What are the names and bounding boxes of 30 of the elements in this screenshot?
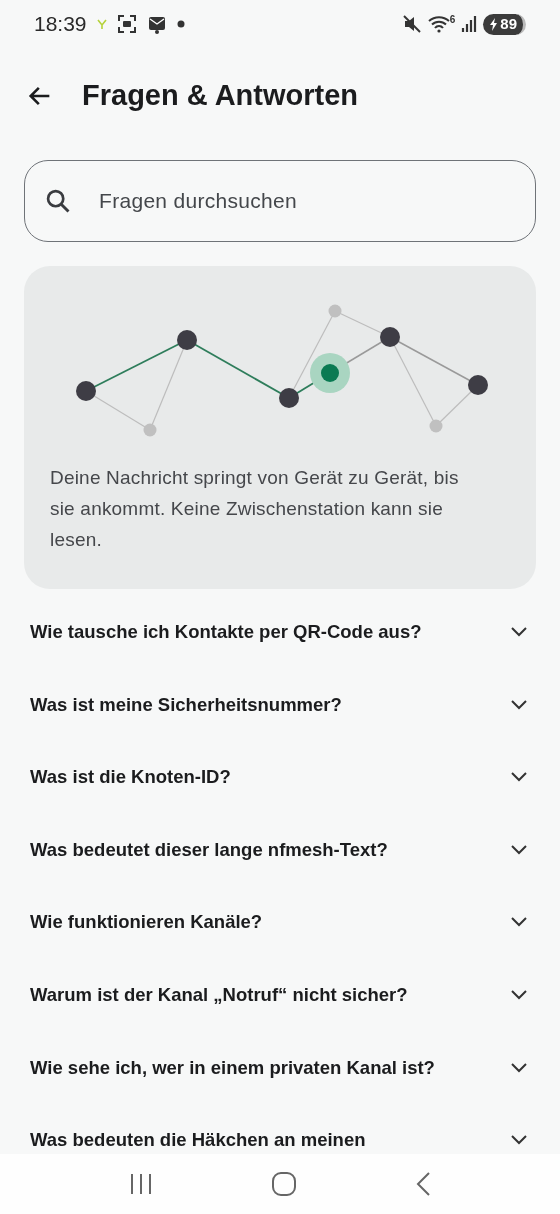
- screenshot-icon: [116, 14, 137, 34]
- chevron-icon[interactable]: [510, 771, 528, 784]
- faq-question[interactable]: Wie tausche ich Kontakte per QR-Code aus?: [30, 618, 460, 646]
- search-icon: [44, 187, 72, 215]
- faq-question[interactable]: Warum ist der Kanal „Notruf“ nicht sicher?: [30, 980, 460, 1009]
- chevron-icon[interactable]: [510, 843, 528, 856]
- faq-question[interactable]: Wie funktionieren Kanäle?: [30, 908, 460, 937]
- faq-question[interactable]: Wie sehe ich, wer in einem privaten Kanal ist?: [30, 1053, 460, 1082]
- search-field[interactable]: Fragen durchsuchen: [24, 160, 536, 242]
- chevron-icon[interactable]: [510, 1061, 528, 1074]
- faq-question[interactable]: Was ist meine Sicherheitsnummer?: [30, 690, 460, 719]
- info-text: Deine Nachricht springt von Gerät zu Gerät, bis sie ankommt. Keine Zwischenstation kann sie lesen.: [50, 466, 460, 552]
- signal-icon: [461, 15, 478, 33]
- wifi-count-label: 6: [449, 12, 456, 27]
- faq-question[interactable]: Was bedeutet dieser lange nfmesh-Text?: [30, 835, 460, 864]
- faq-question[interactable]: Was ist die Knoten-ID?: [30, 763, 460, 792]
- chevron-icon[interactable]: [510, 916, 528, 929]
- chevron-icon[interactable]: [510, 1134, 528, 1147]
- mute-icon: [401, 14, 422, 34]
- wifi-icon: [427, 15, 450, 33]
- chevron-icon[interactable]: [510, 626, 528, 638]
- chevron-icon[interactable]: [510, 698, 528, 711]
- clock: 18:39: [34, 11, 87, 38]
- chevron-icon[interactable]: [510, 988, 528, 1001]
- battery-indicator: 89: [483, 13, 526, 35]
- home-icon[interactable]: [271, 1171, 297, 1197]
- dot-icon: [176, 20, 185, 28]
- notification-icon: [96, 18, 107, 30]
- page-title: Fragen & Antworten: [82, 78, 359, 114]
- faq-question[interactable]: Was bedeuten die Häkchen an meinen: [30, 1126, 460, 1155]
